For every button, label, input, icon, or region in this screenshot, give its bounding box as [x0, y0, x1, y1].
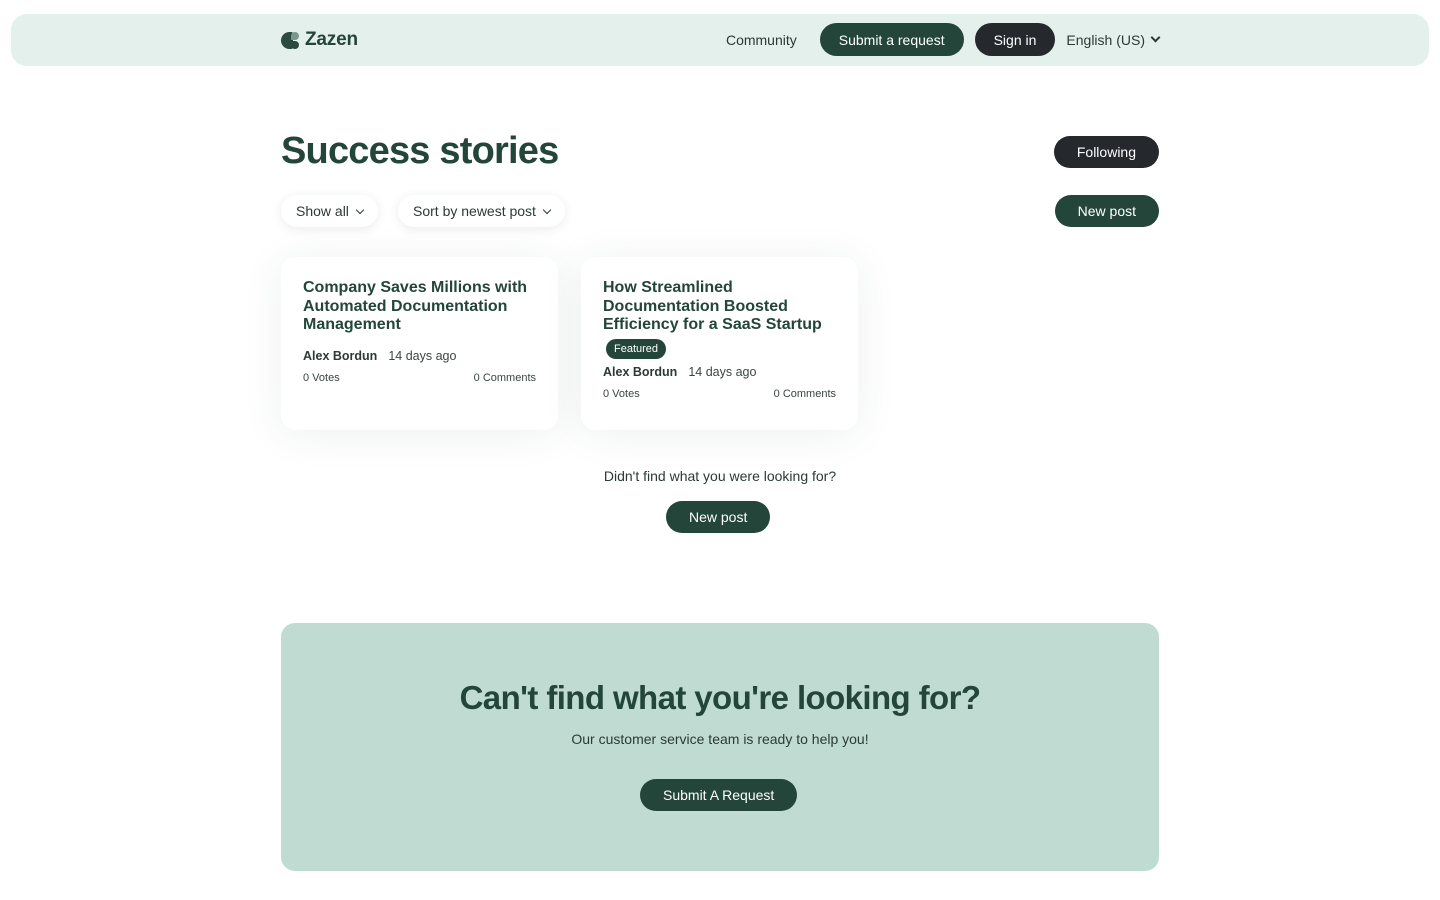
didnt-find-text: Didn't find what you were looking for?: [603, 468, 837, 484]
page-title: Success stories: [281, 130, 559, 172]
chevron-down-icon: [355, 205, 365, 214]
submit-request-button[interactable]: Submit a request: [819, 23, 964, 56]
show-filter-dropdown[interactable]: Show all: [281, 195, 378, 227]
post-comments: 0 Comments: [473, 371, 536, 384]
post-card[interactable]: Company Saves Millions with Automated Do…: [281, 257, 558, 430]
post-card[interactable]: How Streamlined Documentation Boosted Ef…: [581, 257, 858, 430]
cta-title: Can't find what you're looking for?: [459, 679, 981, 716]
post-time: 14 days ago: [688, 364, 757, 379]
language-label: English (US): [1066, 31, 1145, 48]
community-link[interactable]: Community: [726, 32, 797, 48]
post-votes: 0 Votes: [603, 387, 640, 400]
brand-name: Zazen: [305, 29, 358, 50]
sort-dropdown[interactable]: Sort by newest post: [398, 195, 565, 227]
new-post-bottom-button[interactable]: New post: [666, 501, 771, 533]
header-nav: Community Submit a request Sign in Engli…: [726, 23, 1161, 56]
chevron-down-icon: [542, 205, 552, 214]
post-title[interactable]: Company Saves Millions with Automated Do…: [303, 279, 536, 335]
post-votes: 0 Votes: [303, 371, 340, 384]
help-cta-section: Can't find what you're looking for? Our …: [281, 623, 1159, 871]
post-author: Alex Bordun: [603, 364, 678, 379]
cta-subtitle: Our customer service team is ready to he…: [571, 731, 869, 747]
post-author: Alex Bordun: [303, 348, 378, 363]
featured-badge: Featured: [606, 338, 667, 359]
show-filter-label: Show all: [296, 203, 349, 219]
submit-a-request-button[interactable]: Submit A Request: [640, 779, 798, 811]
language-selector[interactable]: English (US): [1066, 31, 1161, 48]
following-button[interactable]: Following: [1053, 136, 1159, 168]
zazen-logo-icon: [281, 31, 300, 50]
sign-in-button[interactable]: Sign in: [974, 23, 1056, 56]
site-header: Zazen Community Submit a request Sign in…: [11, 14, 1429, 66]
post-title[interactable]: How Streamlined Documentation Boosted Ef…: [603, 279, 836, 335]
sort-label: Sort by newest post: [413, 203, 536, 219]
post-comments: 0 Comments: [773, 387, 836, 400]
post-time: 14 days ago: [388, 348, 457, 363]
chevron-down-icon: [1150, 32, 1161, 43]
brand-logo[interactable]: Zazen: [281, 29, 358, 51]
new-post-button[interactable]: New post: [1054, 195, 1159, 227]
